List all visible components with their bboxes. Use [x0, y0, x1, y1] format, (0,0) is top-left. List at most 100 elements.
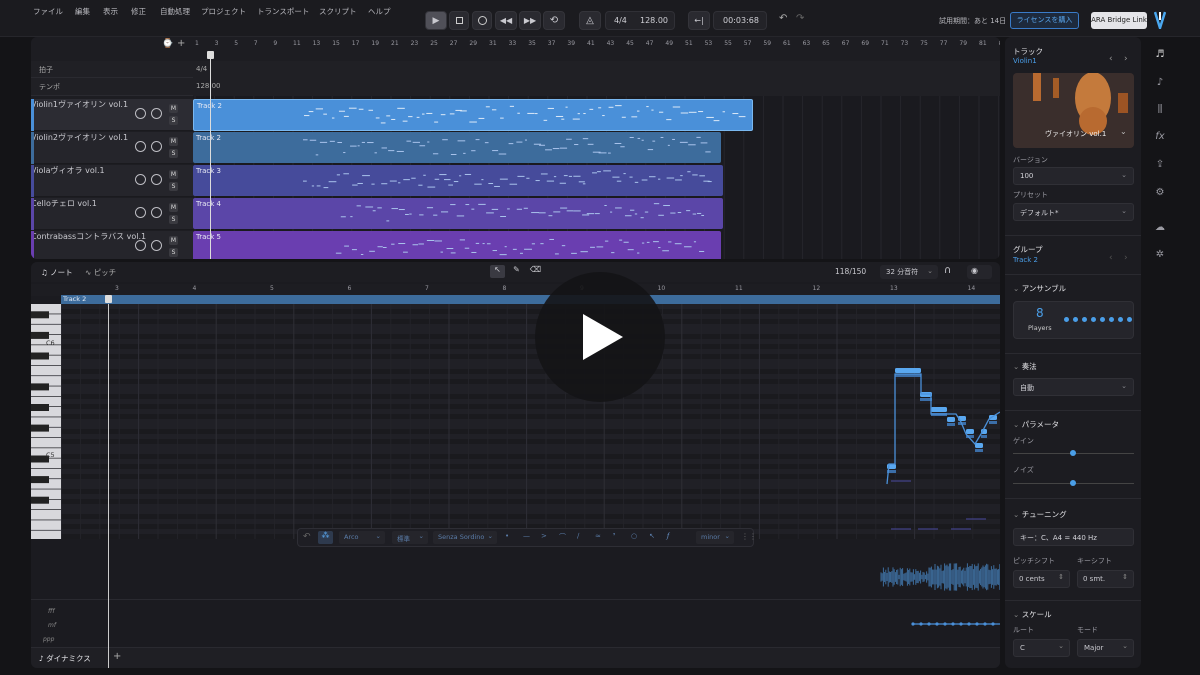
articulation-icon[interactable]: ∕	[577, 532, 579, 540]
parameter-title[interactable]: ⌄ パラメータ	[1013, 419, 1059, 430]
note-grid[interactable]	[60, 304, 1000, 539]
export-tab-icon[interactable]: ⇪	[1154, 159, 1166, 171]
cloud-tab-icon[interactable]: ☁	[1154, 222, 1166, 234]
settings-tab-icon[interactable]: ✲	[1154, 249, 1166, 261]
pan-knob[interactable]	[151, 108, 162, 119]
track-header[interactable]: Violin1ヴァイオリン vol.1 M S	[31, 99, 193, 131]
track-region[interactable]: Track 5	[193, 231, 721, 259]
articulation-icon[interactable]: •	[505, 532, 509, 540]
metronome-button[interactable]: ◬	[579, 11, 601, 30]
mode-select[interactable]: minor ⌄	[696, 531, 734, 544]
mute-button[interactable]: M	[169, 236, 178, 245]
root-select[interactable]: C ⌄	[1013, 639, 1070, 657]
undo-icon[interactable]: ↶	[779, 13, 787, 24]
volume-knob[interactable]	[135, 207, 146, 218]
drag-handle-icon[interactable]: ⋮⋮	[741, 532, 757, 541]
stop-button[interactable]	[449, 11, 469, 30]
rewind-button[interactable]: ◀◀	[495, 11, 517, 30]
articulation-icon[interactable]: >	[541, 532, 547, 540]
redo-icon[interactable]: ↷	[796, 13, 804, 24]
articulation-icon[interactable]: ≈	[595, 532, 601, 540]
menu-item[interactable]: 修正	[131, 6, 146, 17]
solo-button[interactable]: S	[169, 215, 178, 224]
editor-playhead-handle[interactable]	[105, 295, 112, 303]
track-region[interactable]: Track 4	[193, 198, 723, 229]
articulation-icon[interactable]: ⌒	[559, 532, 566, 542]
preset-select[interactable]: デフォルト* ⌄	[1013, 203, 1134, 221]
volume-knob[interactable]	[135, 141, 146, 152]
notes-tab-icon[interactable]: ♪	[1154, 77, 1166, 89]
instrument-tab-icon[interactable]: ♬	[1154, 49, 1166, 61]
pan-knob[interactable]	[151, 174, 162, 185]
add-track-icon[interactable]: +	[177, 38, 185, 49]
forward-button[interactable]: ▶▶	[519, 11, 541, 30]
meter-tempo-display[interactable]: 4/4 128.00	[605, 11, 675, 30]
volume-knob[interactable]	[135, 240, 146, 251]
solo-button[interactable]: S	[169, 248, 178, 257]
track-name-link[interactable]: Violin1	[1013, 57, 1037, 65]
solo-button[interactable]: S	[169, 149, 178, 158]
fx-tab-icon[interactable]: fx	[1154, 131, 1166, 143]
track-header[interactable]: Violin2ヴァイオリン vol.1 M S	[31, 132, 193, 164]
view-options-button[interactable]: ◉	[967, 265, 992, 279]
return-to-start-button[interactable]: ←|	[688, 11, 710, 30]
track-header[interactable]: Contrabassコントラバス vol.1 M S	[31, 231, 193, 259]
mute-select[interactable]: 標準 ⌄	[392, 531, 428, 544]
pan-knob[interactable]	[151, 207, 162, 218]
solo-button[interactable]: S	[169, 182, 178, 191]
instrument-image[interactable]: ヴァイオリン vol.1 ⌄	[1013, 73, 1134, 148]
mixer-tab-icon[interactable]: ⫼	[1154, 104, 1166, 116]
buy-license-button[interactable]: ライセンスを購入	[1010, 12, 1079, 29]
noise-slider-knob[interactable]	[1070, 480, 1076, 486]
solo-button[interactable]: S	[169, 116, 178, 125]
art-select-icon[interactable]: ⁂	[318, 531, 333, 544]
track-region[interactable]: Track 2	[193, 132, 721, 163]
quantize-select[interactable]: 32 分音符 ⌄	[880, 265, 938, 279]
pencil-tool-icon[interactable]: ✎	[509, 265, 524, 278]
group-value[interactable]: Track 2	[1013, 256, 1038, 264]
tuning-display[interactable]: キー：C、A4 = 440 Hz	[1013, 528, 1134, 546]
menu-item[interactable]: ファイル	[33, 6, 63, 17]
region-strip[interactable]: Track 2	[61, 295, 1000, 304]
arco-select[interactable]: Arco ⌄	[339, 531, 385, 544]
menu-item[interactable]: プロジェクト	[201, 6, 246, 17]
mute-button[interactable]: M	[169, 137, 178, 146]
undo-art-icon[interactable]: ↶	[303, 532, 311, 542]
group-next-icon[interactable]: ›	[1124, 253, 1128, 263]
menu-item[interactable]: トランスポート	[257, 6, 309, 17]
plugin-tab-icon[interactable]: ⚙	[1154, 187, 1166, 199]
style-select[interactable]: 自動 ⌄	[1013, 378, 1134, 396]
dynamics-lane[interactable]: fff mf ppp	[31, 599, 1000, 644]
articulation-icon[interactable]: 𝆑	[667, 532, 669, 541]
metronome-small-icon[interactable]: ⌚	[162, 39, 173, 49]
menu-item[interactable]: 表示	[103, 6, 118, 17]
prev-track-icon[interactable]: ‹	[1109, 54, 1113, 64]
sordino-select[interactable]: Senza Sordino ⌄	[433, 531, 497, 544]
pan-knob[interactable]	[151, 141, 162, 152]
articulation-icon[interactable]: ↖	[649, 532, 655, 540]
volume-knob[interactable]	[135, 108, 146, 119]
loop-button[interactable]: ⟲	[543, 11, 565, 30]
track-region[interactable]: Track 2	[193, 99, 753, 131]
video-play-overlay[interactable]	[535, 272, 665, 402]
select-tool-icon[interactable]: ↖	[490, 265, 505, 278]
style-title[interactable]: ⌄ 奏法	[1013, 361, 1037, 372]
editor-playhead[interactable]	[108, 304, 109, 668]
playhead-handle[interactable]	[207, 51, 214, 59]
volume-knob[interactable]	[135, 174, 146, 185]
track-region[interactable]: Track 3	[193, 165, 723, 196]
articulation-icon[interactable]: ○	[631, 532, 637, 540]
next-track-icon[interactable]: ›	[1124, 54, 1128, 64]
playhead[interactable]	[210, 53, 211, 259]
pan-knob[interactable]	[151, 240, 162, 251]
timeline-ruler[interactable]: ⌚ + 1 3 5 7 9 11 13 15 17 19 21 23 25 27 29 31 33 35 37 39 4…	[31, 37, 1000, 51]
tuning-title[interactable]: ⌄ チューニング	[1013, 509, 1067, 520]
magnet-icon[interactable]: ∩	[944, 265, 951, 276]
play-button[interactable]: ▶	[425, 11, 447, 30]
piano-keyboard[interactable]: C6 C5	[31, 304, 61, 541]
gain-slider-knob[interactable]	[1070, 450, 1076, 456]
track-lanes[interactable]: Track 2 Track 2 Track 3 Track 4 Track 5	[193, 96, 1000, 259]
ensemble-title[interactable]: ⌄ アンサンブル	[1013, 283, 1066, 294]
mute-button[interactable]: M	[169, 203, 178, 212]
record-button[interactable]	[472, 11, 492, 30]
